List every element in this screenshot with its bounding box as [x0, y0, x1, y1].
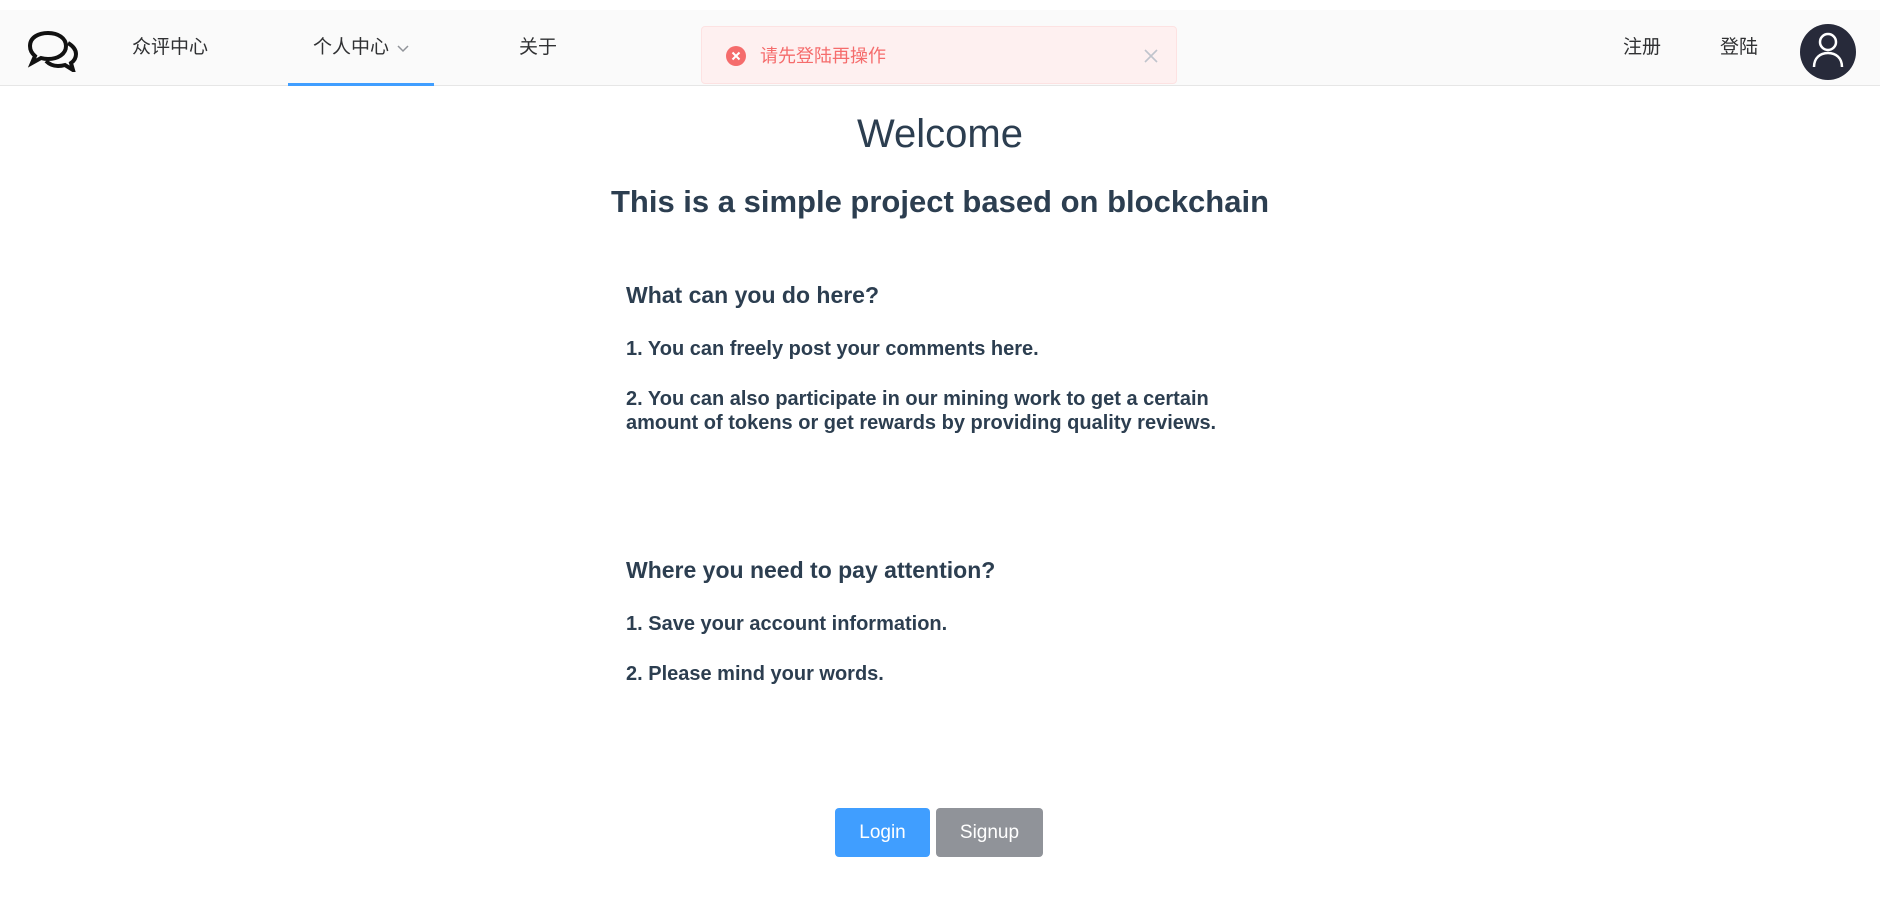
chat-bubbles-icon[interactable] [26, 30, 79, 75]
login-label: 登陆 [1719, 37, 1758, 58]
register-link[interactable]: 注册 [1604, 10, 1680, 86]
section-heading: What can you do here? [626, 282, 880, 308]
top-strip [0, 0, 1880, 10]
user-icon [1811, 31, 1845, 74]
login-link[interactable]: 登陆 [1700, 10, 1778, 86]
page-title: Welcome [857, 112, 1023, 156]
list-item: 1. You can freely post your comments her… [626, 338, 1039, 360]
avatar[interactable] [1800, 24, 1856, 80]
register-label: 注册 [1622, 37, 1661, 58]
section-heading: Where you need to pay attention? [626, 557, 996, 583]
nav-item-label: 个人中心 [312, 37, 389, 59]
nav-item-label: 关于 [518, 37, 557, 58]
list-item: 1. Save your account information. [626, 613, 948, 635]
nav-item-personal-center[interactable]: 个人中心 [288, 10, 434, 86]
alert-message: 请先登陆再操作 [760, 46, 886, 66]
section-pay-attention: Where you need to pay attention? 1. Save… [626, 557, 1266, 712]
error-alert: 请先登陆再操作 [701, 26, 1177, 84]
section-what-can-you-do: What can you do here? 1. You can freely … [626, 282, 1266, 461]
login-button[interactable]: Login [835, 808, 930, 857]
list-item: 2. You can also participate in our minin… [626, 388, 1217, 434]
error-circle-icon [726, 46, 746, 66]
nav-item-label: 众评中心 [131, 37, 208, 58]
close-icon[interactable] [1142, 47, 1160, 65]
signup-button[interactable]: Signup [936, 808, 1043, 857]
nav-item-review-center[interactable]: 众评中心 [110, 10, 230, 86]
page-subtitle: This is a simple project based on blockc… [610, 184, 1270, 219]
list-item: 2. Please mind your words. [626, 663, 884, 685]
nav-item-about[interactable]: 关于 [500, 10, 576, 86]
chevron-down-icon [397, 10, 409, 86]
